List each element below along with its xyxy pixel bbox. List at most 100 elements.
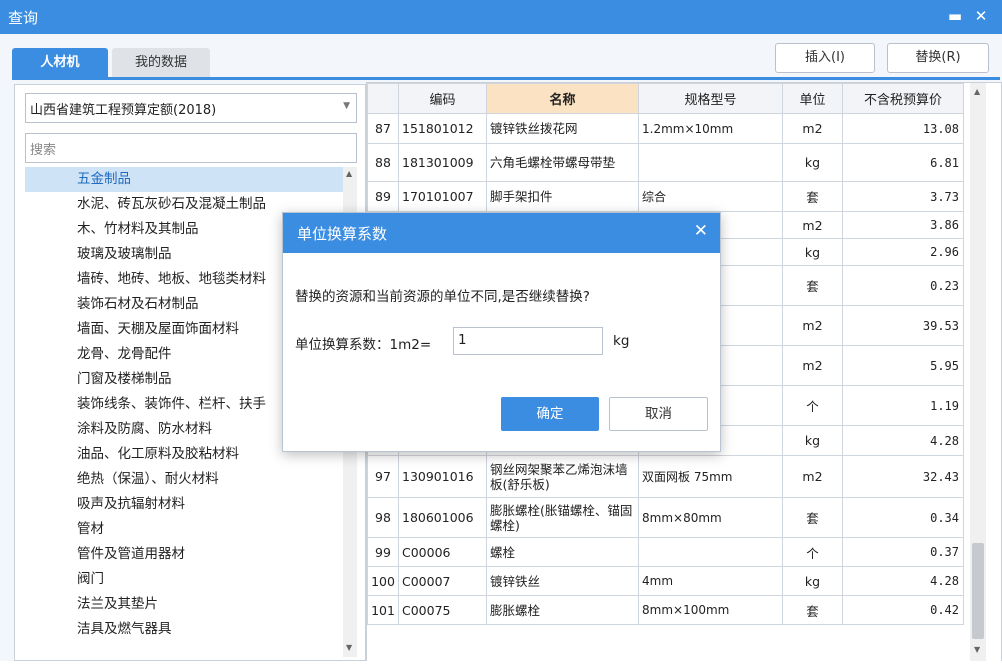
price-cell[interactable]: 3.73	[842, 181, 964, 212]
price-cell[interactable]: 39.53	[842, 305, 964, 346]
row-number[interactable]: 100	[367, 566, 399, 596]
row-number[interactable]: 87	[367, 113, 399, 144]
name-cell[interactable]: 膨胀螺栓	[486, 595, 639, 625]
spec-cell[interactable]	[638, 143, 783, 182]
spec-cell[interactable]: 8mm×100mm	[638, 595, 783, 625]
tree-item[interactable]: 吸声及抗辐射材料	[25, 492, 343, 517]
name-cell[interactable]: 镀锌铁丝拨花网	[486, 113, 639, 144]
table-row[interactable]: 100 C00007 镀锌铁丝 4mm kg 4.28	[367, 566, 964, 596]
table-row[interactable]: 88 181301009 六角毛螺栓带螺母带垫 kg 6.81	[367, 143, 964, 182]
spec-cell[interactable]: 双面网板 75mm	[638, 455, 783, 498]
spec-cell[interactable]	[638, 537, 783, 567]
code-cell[interactable]: C00006	[398, 537, 487, 567]
unit-cell[interactable]: kg	[782, 566, 843, 596]
tree-item[interactable]: 管件及管道用器材	[25, 542, 343, 567]
code-cell[interactable]: 130901016	[398, 455, 487, 498]
table-scroll-thumb[interactable]	[972, 543, 984, 639]
spec-cell[interactable]: 8mm×80mm	[638, 497, 783, 538]
code-cell[interactable]: 180601006	[398, 497, 487, 538]
row-number[interactable]: 88	[367, 143, 399, 182]
tab-materials[interactable]: 人材机	[12, 48, 108, 78]
price-cell[interactable]: 2.96	[842, 238, 964, 266]
price-cell[interactable]: 32.43	[842, 455, 964, 498]
header-spec[interactable]: 规格型号	[638, 83, 783, 114]
name-cell[interactable]: 镀锌铁丝	[486, 566, 639, 596]
name-cell[interactable]: 脚手架扣件	[486, 181, 639, 212]
tree-item[interactable]: 管材	[25, 517, 343, 542]
name-cell[interactable]: 螺栓	[486, 537, 639, 567]
table-row[interactable]: 89 170101007 脚手架扣件 综合套 3.73	[367, 181, 964, 212]
close-icon[interactable]: ✕	[970, 5, 992, 27]
row-number[interactable]: 97	[367, 455, 399, 498]
unit-cell[interactable]: kg	[782, 143, 843, 182]
unit-cell[interactable]: m2	[782, 211, 843, 239]
price-cell[interactable]: 0.23	[842, 265, 964, 306]
insert-button[interactable]: 插入(I)	[775, 43, 875, 73]
header-name[interactable]: 名称	[486, 83, 639, 114]
header-unit[interactable]: 单位	[782, 83, 843, 114]
scroll-up-icon[interactable]: ▲	[346, 169, 352, 178]
unit-cell[interactable]: 套	[782, 265, 843, 306]
tree-item[interactable]: 五金制品	[25, 167, 343, 192]
unit-cell[interactable]: 套	[782, 497, 843, 538]
name-cell[interactable]: 膨胀螺栓(胀锚螺栓、锚固螺栓)	[486, 497, 639, 538]
price-cell[interactable]: 1.19	[842, 385, 964, 426]
table-row[interactable]: 101 C00075 膨胀螺栓 8mm×100mm 套 0.42	[367, 595, 964, 625]
tree-item[interactable]: 阀门	[25, 567, 343, 592]
unit-cell[interactable]: 套	[782, 181, 843, 212]
replace-button[interactable]: 替换(R)	[887, 43, 989, 73]
conversion-factor-input[interactable]: 1	[453, 327, 603, 355]
table-row[interactable]: 99 C00006 螺栓 个 0.37	[367, 537, 964, 567]
unit-cell[interactable]: m2	[782, 305, 843, 346]
tree-item[interactable]: 洁具及燃气器具	[25, 617, 343, 642]
price-cell[interactable]: 0.37	[842, 537, 964, 567]
table-scrollbar[interactable]: ▲ ▼	[970, 83, 986, 661]
tree-item[interactable]: 法兰及其垫片	[25, 592, 343, 617]
minimize-icon[interactable]: ▬	[944, 5, 966, 27]
table-row[interactable]: 97 130901016 钢丝网架聚苯乙烯泡沫墙板(舒乐板) 双面网板 75mm m2 3…	[367, 455, 964, 498]
scroll-down-icon[interactable]: ▼	[346, 643, 352, 652]
cancel-button[interactable]: 取消	[609, 397, 708, 431]
tab-my-data[interactable]: 我的数据	[112, 48, 210, 78]
tree-item[interactable]: 绝热（保温）、耐火材料	[25, 467, 343, 492]
header-price[interactable]: 不含税预算价	[842, 83, 964, 114]
name-cell[interactable]: 六角毛螺栓带螺母带垫	[486, 143, 639, 182]
price-cell[interactable]: 0.34	[842, 497, 964, 538]
price-cell[interactable]: 4.28	[842, 566, 964, 596]
table-row[interactable]: 98 180601006 膨胀螺栓(胀锚螺栓、锚固螺栓) 8mm×80mm 套 0.34	[367, 497, 964, 538]
scroll-down-icon[interactable]: ▼	[974, 645, 980, 654]
price-cell[interactable]: 13.08	[842, 113, 964, 144]
unit-cell[interactable]: kg	[782, 425, 843, 456]
table-row[interactable]: 87 151801012 镀锌铁丝拨花网 1.2mm×10mm m2 13.08	[367, 113, 964, 144]
unit-cell[interactable]: 个	[782, 537, 843, 567]
price-cell[interactable]: 0.42	[842, 595, 964, 625]
price-cell[interactable]: 6.81	[842, 143, 964, 182]
unit-cell[interactable]: m2	[782, 455, 843, 498]
quota-dropdown[interactable]: 山西省建筑工程预算定额(2018) ▼	[25, 93, 357, 123]
row-number[interactable]: 89	[367, 181, 399, 212]
spec-cell[interactable]: 1.2mm×10mm	[638, 113, 783, 144]
unit-cell[interactable]: 套	[782, 595, 843, 625]
dialog-close-icon[interactable]: ✕	[694, 221, 708, 241]
spec-cell[interactable]: 4mm	[638, 566, 783, 596]
unit-cell[interactable]: kg	[782, 238, 843, 266]
code-cell[interactable]: C00075	[398, 595, 487, 625]
code-cell[interactable]: 170101007	[398, 181, 487, 212]
code-cell[interactable]: C00007	[398, 566, 487, 596]
code-cell[interactable]: 151801012	[398, 113, 487, 144]
name-cell[interactable]: 钢丝网架聚苯乙烯泡沫墙板(舒乐板)	[486, 455, 639, 498]
confirm-button[interactable]: 确定	[501, 397, 599, 431]
unit-cell[interactable]: 个	[782, 385, 843, 426]
row-number[interactable]: 99	[367, 537, 399, 567]
unit-cell[interactable]: m2	[782, 345, 843, 386]
row-number[interactable]: 101	[367, 595, 399, 625]
code-cell[interactable]: 181301009	[398, 143, 487, 182]
scroll-up-icon[interactable]: ▲	[974, 87, 980, 96]
price-cell[interactable]: 3.86	[842, 211, 964, 239]
search-input[interactable]: 搜索	[25, 133, 357, 163]
spec-cell[interactable]: 综合	[638, 181, 783, 212]
price-cell[interactable]: 4.28	[842, 425, 964, 456]
unit-cell[interactable]: m2	[782, 113, 843, 144]
header-code[interactable]: 编码	[398, 83, 487, 114]
price-cell[interactable]: 5.95	[842, 345, 964, 386]
